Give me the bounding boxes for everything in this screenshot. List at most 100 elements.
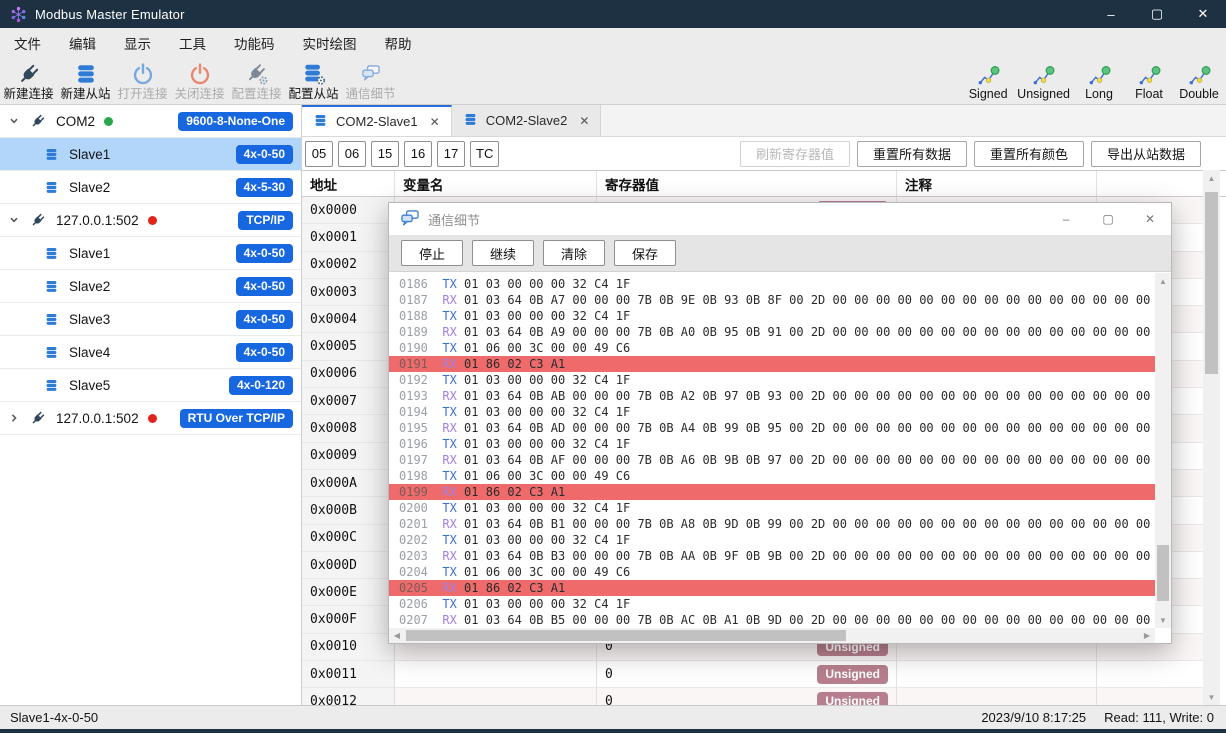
log-horizontal-scrollbar[interactable]: ◀ ▶ [389, 628, 1155, 643]
dialog-close-button[interactable]: ✕ [1129, 203, 1171, 235]
log-line[interactable]: 0198 TX 01 06 00 3C 00 00 49 C6 [389, 468, 1155, 484]
log-line[interactable]: 0207 RX 01 03 64 0B B5 00 00 00 7B 0B AC… [389, 612, 1155, 628]
log-line[interactable]: 0196 TX 01 03 00 00 00 32 C4 1F [389, 436, 1155, 452]
fn-button-15[interactable]: 15 [371, 141, 399, 167]
log-scroll-thumb[interactable] [1157, 545, 1169, 601]
log-line[interactable]: 0189 RX 01 03 64 0B A9 00 00 00 7B 0B A0… [389, 324, 1155, 340]
tree-slave-1[interactable]: Slave1 4x-0-50 [0, 138, 301, 171]
log-line[interactable]: 0186 TX 01 03 00 00 00 32 C4 1F [389, 276, 1155, 292]
cell-name[interactable] [395, 688, 597, 705]
log-line[interactable]: 0187 RX 01 03 64 0B A7 00 00 00 7B 0B 9E… [389, 292, 1155, 308]
action-reset-all-colors[interactable]: 重置所有颜色 [974, 141, 1084, 167]
toolbar-new-connection[interactable]: 新建连接 [0, 58, 57, 102]
value-type-badge[interactable]: Unsigned [817, 692, 888, 705]
log-line[interactable]: 0200 TX 01 03 00 00 00 32 C4 1F [389, 500, 1155, 516]
dialog-clear-button[interactable]: 清除 [543, 240, 605, 266]
fn-button-TC[interactable]: TC [470, 141, 499, 167]
cell-comment[interactable] [897, 661, 1097, 688]
action-export-slave-data[interactable]: 导出从站数据 [1091, 141, 1201, 167]
toolbar-close-connection[interactable]: 关闭连接 [171, 58, 228, 102]
tab-COM2-Slave2[interactable]: COM2-Slave2 ✕ [452, 105, 602, 136]
log-vertical-scrollbar[interactable]: ▲ ▼ [1155, 273, 1171, 628]
cell-value[interactable]: 0 Unsigned [597, 688, 897, 705]
log-line[interactable]: 0192 TX 01 03 00 00 00 32 C4 1F [389, 372, 1155, 388]
toolbar-long[interactable]: Long [1074, 58, 1124, 102]
chevron-down-icon[interactable] [0, 116, 27, 126]
log-line[interactable]: 0199 RX 01 86 02 C3 A1 [389, 484, 1155, 500]
minimize-button[interactable]: – [1088, 0, 1134, 28]
log-line[interactable]: 0195 RX 01 03 64 0B AD 00 00 00 7B 0B A4… [389, 420, 1155, 436]
column-header-1[interactable]: 变量名 [395, 171, 597, 196]
column-header-0[interactable]: 地址 [302, 171, 395, 196]
toolbar-signed[interactable]: Signed [963, 58, 1013, 102]
cell-name[interactable] [395, 661, 597, 688]
log-scroll-right-icon[interactable]: ▶ [1139, 628, 1155, 643]
menu-item-1[interactable]: 编辑 [55, 28, 110, 57]
value-type-badge[interactable]: Unsigned [817, 665, 888, 684]
tab-close-icon[interactable]: ✕ [430, 115, 440, 129]
table-scrollbar[interactable]: ▲ ▼ [1203, 170, 1220, 705]
menu-item-4[interactable]: 功能码 [220, 28, 289, 57]
menu-item-6[interactable]: 帮助 [371, 28, 426, 57]
menu-item-5[interactable]: 实时绘图 [289, 28, 371, 57]
log-line[interactable]: 0188 TX 01 03 00 00 00 32 C4 1F [389, 308, 1155, 324]
dialog-continue-button[interactable]: 继续 [472, 240, 534, 266]
log-line[interactable]: 0205 RX 01 86 02 C3 A1 [389, 580, 1155, 596]
dialog-titlebar[interactable]: 通信细节 – ▢ ✕ [389, 203, 1171, 235]
log-line[interactable]: 0191 RX 01 86 02 C3 A1 [389, 356, 1155, 372]
log-line[interactable]: 0204 TX 01 06 00 3C 00 00 49 C6 [389, 564, 1155, 580]
log-line[interactable]: 0194 TX 01 03 00 00 00 32 C4 1F [389, 404, 1155, 420]
tree-slave-7[interactable]: Slave4 4x-0-50 [0, 336, 301, 369]
menu-item-0[interactable]: 文件 [0, 28, 55, 57]
maximize-button[interactable]: ▢ [1134, 0, 1180, 28]
toolbar-double[interactable]: Double [1174, 58, 1224, 102]
log-scroll-left-icon[interactable]: ◀ [389, 628, 405, 643]
toolbar-unsigned[interactable]: Unsigned [1013, 58, 1074, 102]
tab-COM2-Slave1[interactable]: COM2-Slave1 ✕ [302, 105, 452, 136]
cell-value[interactable]: 0 Unsigned [597, 661, 897, 688]
scroll-down-icon[interactable]: ▼ [1203, 689, 1220, 705]
fn-button-06[interactable]: 06 [338, 141, 366, 167]
comm-log[interactable]: 0186 TX 01 03 00 00 00 32 C4 1F0187 RX 0… [389, 273, 1155, 628]
cell-comment[interactable] [897, 688, 1097, 705]
tree-slave-6[interactable]: Slave3 4x-0-50 [0, 303, 301, 336]
log-line[interactable]: 0197 RX 01 03 64 0B AF 00 00 00 7B 0B A6… [389, 452, 1155, 468]
table-row[interactable]: 0x0012 0 Unsigned [302, 688, 1203, 705]
scroll-up-icon[interactable]: ▲ [1203, 170, 1220, 186]
tree-connection-0[interactable]: COM2 9600-8-None-One [0, 105, 301, 138]
tree-slave-8[interactable]: Slave5 4x-0-120 [0, 369, 301, 402]
toolbar-float[interactable]: Float [1124, 58, 1174, 102]
chevron-right-icon[interactable] [0, 413, 27, 423]
log-line[interactable]: 0206 TX 01 03 00 00 00 32 C4 1F [389, 596, 1155, 612]
tree-slave-4[interactable]: Slave1 4x-0-50 [0, 237, 301, 270]
table-row[interactable]: 0x0011 0 Unsigned [302, 661, 1203, 688]
column-header-2[interactable]: 寄存器值 [597, 171, 897, 196]
fn-button-16[interactable]: 16 [404, 141, 432, 167]
log-line[interactable]: 0193 RX 01 03 64 0B AB 00 00 00 7B 0B A2… [389, 388, 1155, 404]
log-line[interactable]: 0202 TX 01 03 00 00 00 32 C4 1F [389, 532, 1155, 548]
tree-connection-3[interactable]: 127.0.0.1:502 TCP/IP [0, 204, 301, 237]
chevron-down-icon[interactable] [0, 215, 27, 225]
log-line[interactable]: 0203 RX 01 03 64 0B B3 00 00 00 7B 0B AA… [389, 548, 1155, 564]
toolbar-open-connection[interactable]: 打开连接 [114, 58, 171, 102]
close-button[interactable]: ✕ [1180, 0, 1226, 28]
log-scroll-down-icon[interactable]: ▼ [1155, 612, 1171, 628]
tree-connection-9[interactable]: 127.0.0.1:502 RTU Over TCP/IP [0, 402, 301, 435]
action-reset-all-data[interactable]: 重置所有数据 [857, 141, 967, 167]
log-line[interactable]: 0201 RX 01 03 64 0B B1 00 00 00 7B 0B A8… [389, 516, 1155, 532]
dialog-minimize-button[interactable]: – [1045, 203, 1087, 235]
action-refresh-registers[interactable]: 刷新寄存器值 [740, 141, 850, 167]
menu-item-3[interactable]: 工具 [165, 28, 220, 57]
dialog-save-button[interactable]: 保存 [614, 240, 676, 266]
log-line[interactable]: 0190 TX 01 06 00 3C 00 00 49 C6 [389, 340, 1155, 356]
toolbar-config-connection[interactable]: 配置连接 [228, 58, 285, 102]
log-hscroll-thumb[interactable] [406, 630, 846, 641]
dialog-maximize-button[interactable]: ▢ [1087, 203, 1129, 235]
toolbar-comm-details[interactable]: 通信细节 [342, 58, 399, 102]
scroll-thumb[interactable] [1205, 192, 1218, 374]
dialog-stop-button[interactable]: 停止 [401, 240, 463, 266]
tree-slave-2[interactable]: Slave2 4x-5-30 [0, 171, 301, 204]
menu-item-2[interactable]: 显示 [110, 28, 165, 57]
tree-slave-5[interactable]: Slave2 4x-0-50 [0, 270, 301, 303]
tab-close-icon[interactable]: ✕ [579, 114, 589, 128]
